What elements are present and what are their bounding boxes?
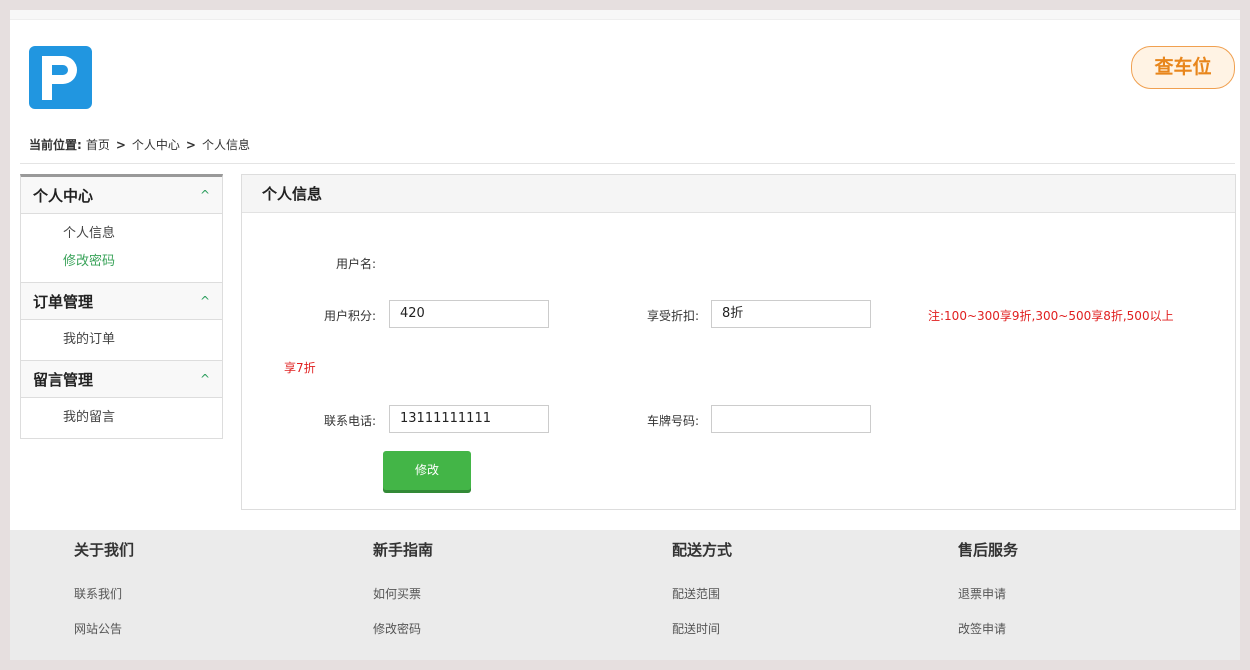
sidebar-item-change-password[interactable]: 修改密码 bbox=[21, 248, 222, 276]
sidebar-group-message-management[interactable]: 留言管理 ^ bbox=[21, 361, 222, 398]
phone-field[interactable]: 13111111111 bbox=[389, 405, 549, 433]
sidebar-group-body: 个人信息 修改密码 bbox=[21, 214, 222, 283]
panel-title: 个人信息 bbox=[242, 175, 1235, 213]
sidebar-group-order-management[interactable]: 订单管理 ^ bbox=[21, 283, 222, 320]
discount-field[interactable]: 8折 bbox=[711, 300, 871, 328]
discount-note-continued: 享7折 bbox=[284, 361, 316, 375]
phone-label: 联系电话: bbox=[323, 414, 376, 428]
personal-info-panel: 个人信息 用户名: 用户积分: 420 享受折扣: 8折 注:100~300享9… bbox=[241, 174, 1236, 510]
sidebar-group-body: 我的留言 bbox=[21, 398, 222, 438]
sidebar-group-title: 留言管理 bbox=[33, 370, 94, 389]
username-label: 用户名: bbox=[335, 257, 376, 271]
page: 查车位 当前位置: 首页 > 个人中心 > 个人信息 个人中心 ^ 个人信息 修… bbox=[10, 10, 1240, 660]
footer-link[interactable]: 联系我们 bbox=[74, 566, 134, 602]
breadcrumb-personal-center[interactable]: 个人中心 bbox=[132, 136, 180, 153]
footer-column-title: 售后服务 bbox=[958, 541, 1019, 559]
footer-column-about: 关于我们 联系我们 网站公告 bbox=[74, 540, 134, 638]
footer-column-after-sales: 售后服务 退票申请 改签申请 bbox=[958, 540, 1018, 638]
footer-column-guide: 新手指南 如何买票 修改密码 bbox=[373, 540, 433, 638]
footer-column-delivery: 配送方式 配送范围 配送时间 bbox=[672, 540, 732, 638]
sidebar-group-body: 我的订单 bbox=[21, 320, 222, 361]
divider bbox=[20, 163, 1235, 164]
breadcrumb-current: 个人信息 bbox=[201, 138, 250, 152]
edit-button[interactable]: 修改 bbox=[383, 451, 471, 490]
breadcrumb: 当前位置: 首页 > 个人中心 > 个人信息 bbox=[29, 136, 250, 153]
footer-link[interactable]: 如何买票 bbox=[373, 566, 433, 602]
sidebar-group-title: 订单管理 bbox=[33, 292, 94, 311]
points-label: 用户积分: bbox=[323, 309, 376, 323]
breadcrumb-separator: > bbox=[115, 137, 126, 152]
footer-column-title: 关于我们 bbox=[74, 541, 135, 559]
sidebar-group-personal-center[interactable]: 个人中心 ^ bbox=[21, 177, 222, 214]
footer-link[interactable]: 配送时间 bbox=[672, 602, 732, 638]
chevron-up-icon: ^ bbox=[199, 294, 210, 308]
breadcrumb-home[interactable]: 首页 bbox=[86, 136, 110, 153]
sidebar-group-title: 个人中心 bbox=[33, 186, 94, 205]
plate-field[interactable] bbox=[711, 405, 871, 433]
footer-link[interactable]: 退票申请 bbox=[958, 566, 1018, 602]
sidebar-item-my-orders[interactable]: 我的订单 bbox=[21, 326, 222, 354]
footer-link[interactable]: 修改密码 bbox=[373, 602, 433, 638]
footer-link[interactable]: 改签申请 bbox=[958, 602, 1018, 638]
sidebar: 个人中心 ^ 个人信息 修改密码 订单管理 ^ 我的订单 留言管理 ^ 我的留言 bbox=[20, 174, 223, 439]
sidebar-item-personal-info[interactable]: 个人信息 bbox=[21, 220, 222, 248]
check-parking-button[interactable]: 查车位 bbox=[1131, 46, 1235, 89]
plate-label: 车牌号码: bbox=[646, 414, 699, 428]
parking-logo-icon[interactable] bbox=[29, 46, 92, 109]
points-field[interactable]: 420 bbox=[389, 300, 549, 328]
footer-link[interactable]: 网站公告 bbox=[74, 602, 134, 638]
breadcrumb-label: 当前位置: bbox=[29, 138, 82, 152]
top-strip bbox=[10, 10, 1240, 20]
footer: 关于我们 联系我们 网站公告 新手指南 如何买票 修改密码 配送方式 配送范围 … bbox=[10, 530, 1240, 660]
chevron-up-icon: ^ bbox=[199, 188, 210, 202]
footer-link[interactable]: 配送范围 bbox=[672, 566, 732, 602]
sidebar-item-my-messages[interactable]: 我的留言 bbox=[21, 404, 222, 432]
discount-label: 享受折扣: bbox=[646, 309, 699, 323]
discount-note: 注:100~300享9折,300~500享8折,500以上 bbox=[928, 309, 1174, 323]
breadcrumb-separator: > bbox=[185, 137, 196, 152]
chevron-up-icon: ^ bbox=[199, 372, 210, 386]
footer-column-title: 配送方式 bbox=[672, 541, 733, 559]
footer-column-title: 新手指南 bbox=[373, 541, 434, 559]
